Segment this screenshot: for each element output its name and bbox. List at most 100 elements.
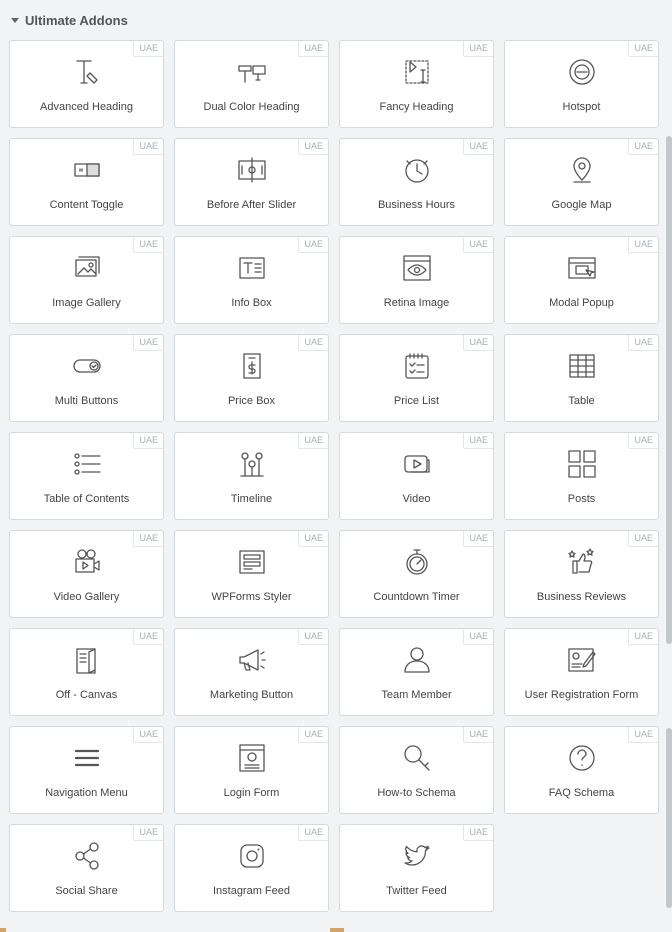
- uae-badge: UAE: [133, 825, 163, 841]
- widget-tile[interactable]: UAE Navigation Menu: [9, 726, 164, 814]
- section-header[interactable]: Ultimate Addons: [0, 0, 672, 40]
- widget-tile[interactable]: UAE Video Gallery: [9, 530, 164, 618]
- widget-tile[interactable]: UAE Modal Popup: [504, 236, 659, 324]
- registration-form-icon: [565, 643, 599, 677]
- magnifier-icon: [400, 741, 434, 775]
- uae-badge: UAE: [628, 335, 658, 351]
- uae-badge: UAE: [628, 629, 658, 645]
- widget-tile[interactable]: UAE Multi Buttons: [9, 334, 164, 422]
- widget-label: Video Gallery: [53, 591, 120, 603]
- widget-tile[interactable]: UAE Fancy Heading: [339, 40, 494, 128]
- widget-label: Twitter Feed: [386, 885, 447, 897]
- dual-color-heading-icon: [235, 55, 269, 89]
- widget-label: Content Toggle: [49, 199, 124, 211]
- widget-label: Marketing Button: [209, 689, 294, 701]
- widget-tile[interactable]: UAE Team Member: [339, 628, 494, 716]
- widget-label: Before After Slider: [206, 199, 297, 211]
- widget-label: Price Box: [227, 395, 276, 407]
- widget-label: Video: [402, 493, 431, 505]
- table-of-contents-icon: [70, 447, 104, 481]
- scrollbar-thumb[interactable]: [666, 136, 672, 644]
- user-icon: [400, 643, 434, 677]
- widget-tile[interactable]: UAE FAQ Schema: [504, 726, 659, 814]
- business-hours-icon: [400, 153, 434, 187]
- widget-tile[interactable]: UAE Price List: [339, 334, 494, 422]
- widget-tile[interactable]: UAE Instagram Feed: [174, 824, 329, 912]
- image-gallery-icon: [70, 251, 104, 285]
- widget-tile[interactable]: UAE Dual Color Heading: [174, 40, 329, 128]
- uae-badge: UAE: [463, 727, 493, 743]
- widget-label: Table of Contents: [43, 493, 130, 505]
- off-canvas-icon: [70, 643, 104, 677]
- widget-tile[interactable]: UAE Countdown Timer: [339, 530, 494, 618]
- video-icon: [400, 447, 434, 481]
- widget-tile[interactable]: UAE Off - Canvas: [9, 628, 164, 716]
- widget-label: Advanced Heading: [40, 101, 133, 113]
- widget-tile[interactable]: UAE Table of Contents: [9, 432, 164, 520]
- widget-tile[interactable]: UAE Image Gallery: [9, 236, 164, 324]
- video-gallery-icon: [70, 545, 104, 579]
- widget-tile[interactable]: UAE Twitter Feed: [339, 824, 494, 912]
- widget-tile[interactable]: UAE Google Map: [504, 138, 659, 226]
- widget-tile[interactable]: UAE Info Box: [174, 236, 329, 324]
- table-icon: [565, 349, 599, 383]
- caret-down-icon[interactable]: [11, 17, 19, 23]
- uae-badge: UAE: [463, 629, 493, 645]
- uae-badge: UAE: [628, 433, 658, 449]
- instagram-icon: [235, 839, 269, 873]
- widget-label: Login Form: [223, 787, 280, 799]
- multi-buttons-icon: [70, 349, 104, 383]
- uae-badge: UAE: [133, 629, 163, 645]
- footer-strip: [0, 926, 672, 932]
- widget-tile[interactable]: UAE User Registration Form: [504, 628, 659, 716]
- advanced-heading-icon: [70, 55, 104, 89]
- uae-badge: UAE: [298, 237, 328, 253]
- price-box-icon: [235, 349, 269, 383]
- widget-label: Table: [568, 395, 595, 407]
- uae-badge: UAE: [628, 139, 658, 155]
- widget-label: Posts: [567, 493, 596, 505]
- widget-grid: UAE Advanced Heading UAE Dual Color Heading…: [9, 40, 659, 912]
- widget-label: FAQ Schema: [548, 787, 615, 799]
- question-icon: [565, 741, 599, 775]
- uae-badge: UAE: [628, 727, 658, 743]
- scrollbar-thumb-lower[interactable]: [666, 728, 672, 908]
- uae-badge: UAE: [133, 335, 163, 351]
- uae-badge: UAE: [133, 531, 163, 547]
- widget-tile[interactable]: UAE Before After Slider: [174, 138, 329, 226]
- widget-tile[interactable]: UAE Price Box: [174, 334, 329, 422]
- uae-badge: UAE: [463, 237, 493, 253]
- widget-tile[interactable]: UAE Social Share: [9, 824, 164, 912]
- widget-tile[interactable]: UAE Advanced Heading: [9, 40, 164, 128]
- uae-badge: UAE: [463, 433, 493, 449]
- content-toggle-icon: [70, 153, 104, 187]
- uae-badge: UAE: [298, 531, 328, 547]
- widget-tile[interactable]: UAE Marketing Button: [174, 628, 329, 716]
- widget-label: Navigation Menu: [45, 787, 128, 799]
- fancy-heading-icon: [400, 55, 434, 89]
- widget-label: WPForms Styler: [211, 591, 292, 603]
- widget-label: Info Box: [231, 297, 272, 309]
- uae-badge: UAE: [298, 825, 328, 841]
- widget-tile[interactable]: UAE Posts: [504, 432, 659, 520]
- uae-badge: UAE: [133, 727, 163, 743]
- widget-tile[interactable]: UAE Login Form: [174, 726, 329, 814]
- uae-badge: UAE: [463, 41, 493, 57]
- widget-tile[interactable]: UAE Business Hours: [339, 138, 494, 226]
- widget-tile[interactable]: UAE Hotspot: [504, 40, 659, 128]
- uae-badge: UAE: [628, 531, 658, 547]
- twitter-icon: [400, 839, 434, 873]
- widget-label: Fancy Heading: [379, 101, 454, 113]
- widget-label: Retina Image: [383, 297, 450, 309]
- widget-tile[interactable]: UAE Table: [504, 334, 659, 422]
- widget-tile[interactable]: UAE Business Reviews: [504, 530, 659, 618]
- uae-badge: UAE: [628, 237, 658, 253]
- widget-label: Social Share: [55, 885, 118, 897]
- widget-tile[interactable]: UAE WPForms Styler: [174, 530, 329, 618]
- widget-tile[interactable]: UAE How-to Schema: [339, 726, 494, 814]
- uae-badge: UAE: [298, 727, 328, 743]
- widget-tile[interactable]: UAE Timeline: [174, 432, 329, 520]
- widget-tile[interactable]: UAE Content Toggle: [9, 138, 164, 226]
- widget-tile[interactable]: UAE Retina Image: [339, 236, 494, 324]
- widget-tile[interactable]: UAE Video: [339, 432, 494, 520]
